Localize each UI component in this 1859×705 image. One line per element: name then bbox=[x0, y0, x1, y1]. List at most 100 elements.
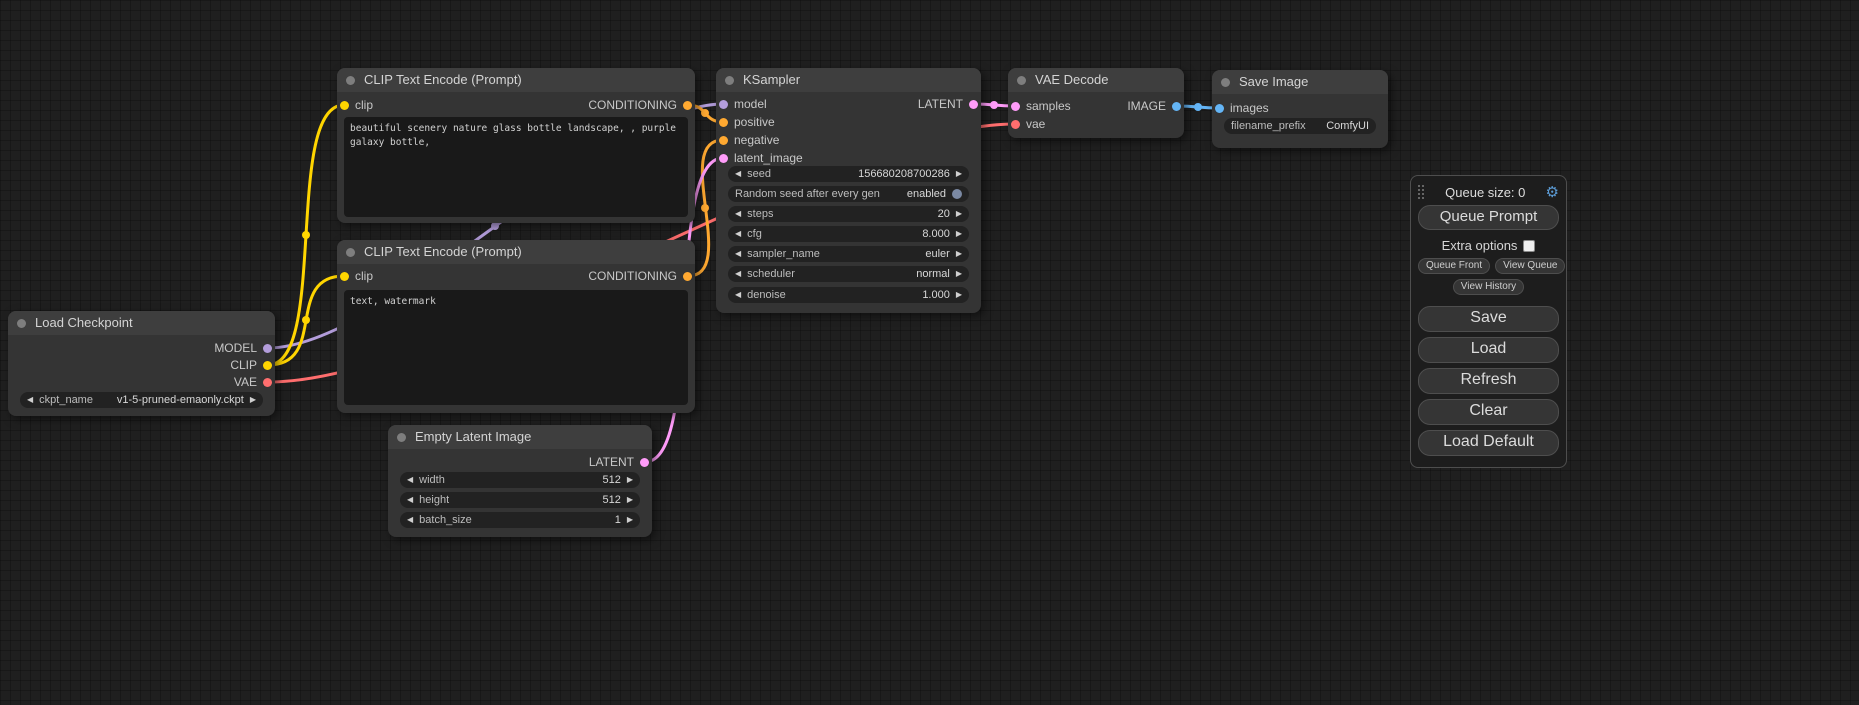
node-title[interactable]: Empty Latent Image bbox=[388, 425, 652, 449]
decrement-arrow-icon[interactable]: ◀ bbox=[735, 166, 741, 182]
increment-arrow-icon[interactable]: ▶ bbox=[627, 472, 633, 488]
slot-dot[interactable] bbox=[1011, 102, 1020, 111]
refresh-button[interactable]: Refresh bbox=[1418, 368, 1559, 394]
node-title[interactable]: CLIP Text Encode (Prompt) bbox=[337, 68, 695, 92]
slot-dot[interactable] bbox=[719, 136, 728, 145]
slot-dot[interactable] bbox=[683, 101, 692, 110]
slot-dot[interactable] bbox=[263, 344, 272, 353]
increment-arrow-icon[interactable]: ▶ bbox=[250, 392, 256, 408]
widget-control-after-generate[interactable]: Random seed after every gen enabled bbox=[728, 186, 969, 202]
node-vae-decode[interactable]: VAE Decode samples vae IMAGE bbox=[1008, 68, 1184, 138]
input-slot-positive[interactable]: positive bbox=[719, 114, 775, 130]
extra-options-checkbox[interactable] bbox=[1523, 240, 1535, 252]
decrement-arrow-icon[interactable]: ◀ bbox=[735, 226, 741, 242]
load-default-button[interactable]: Load Default bbox=[1418, 430, 1559, 456]
widget-filename-prefix[interactable]: filename_prefix ComfyUI bbox=[1224, 118, 1376, 134]
decrement-arrow-icon[interactable]: ◀ bbox=[407, 472, 413, 488]
collapse-dot[interactable] bbox=[1017, 76, 1026, 85]
decrement-arrow-icon[interactable]: ◀ bbox=[407, 512, 413, 528]
output-slot-vae[interactable]: VAE bbox=[234, 374, 272, 390]
slot-dot[interactable] bbox=[719, 154, 728, 163]
decrement-arrow-icon[interactable]: ◀ bbox=[735, 266, 741, 282]
settings-gear-icon[interactable]: ⚙ bbox=[1546, 185, 1559, 200]
prompt-textarea[interactable]: beautiful scenery nature glass bottle la… bbox=[344, 117, 688, 217]
increment-arrow-icon[interactable]: ▶ bbox=[627, 512, 633, 528]
slot-dot[interactable] bbox=[340, 101, 349, 110]
input-slot-model[interactable]: model bbox=[719, 96, 767, 112]
widget-scheduler[interactable]: ◀ scheduler normal ▶ bbox=[728, 266, 969, 282]
input-slot-latent-image[interactable]: latent_image bbox=[719, 150, 803, 166]
input-slot-clip[interactable]: clip bbox=[340, 268, 373, 284]
clear-button[interactable]: Clear bbox=[1418, 399, 1559, 425]
input-slot-vae[interactable]: vae bbox=[1011, 116, 1045, 132]
decrement-arrow-icon[interactable]: ◀ bbox=[407, 492, 413, 508]
slot-dot[interactable] bbox=[719, 100, 728, 109]
output-slot-model[interactable]: MODEL bbox=[214, 340, 272, 356]
output-slot-image[interactable]: IMAGE bbox=[1127, 98, 1181, 114]
collapse-dot[interactable] bbox=[1221, 78, 1230, 87]
slot-dot[interactable] bbox=[1172, 102, 1181, 111]
node-save-image[interactable]: Save Image images filename_prefix ComfyU… bbox=[1212, 70, 1388, 148]
node-title[interactable]: CLIP Text Encode (Prompt) bbox=[337, 240, 695, 264]
queue-prompt-button[interactable]: Queue Prompt bbox=[1418, 205, 1559, 230]
node-title[interactable]: Save Image bbox=[1212, 70, 1388, 94]
widget-sampler-name[interactable]: ◀ sampler_name euler ▶ bbox=[728, 246, 969, 262]
output-slot-clip[interactable]: CLIP bbox=[230, 357, 272, 373]
node-title[interactable]: VAE Decode bbox=[1008, 68, 1184, 92]
increment-arrow-icon[interactable]: ▶ bbox=[956, 266, 962, 282]
collapse-dot[interactable] bbox=[397, 433, 406, 442]
slot-dot[interactable] bbox=[340, 272, 349, 281]
slot-dot[interactable] bbox=[263, 378, 272, 387]
increment-arrow-icon[interactable]: ▶ bbox=[956, 206, 962, 222]
input-slot-negative[interactable]: negative bbox=[719, 132, 779, 148]
widget-batch-size[interactable]: ◀ batch_size 1 ▶ bbox=[400, 512, 640, 528]
slot-dot[interactable] bbox=[683, 272, 692, 281]
output-slot-latent[interactable]: LATENT bbox=[589, 454, 649, 470]
prompt-textarea[interactable]: text, watermark bbox=[344, 290, 688, 405]
collapse-dot[interactable] bbox=[725, 76, 734, 85]
decrement-arrow-icon[interactable]: ◀ bbox=[27, 392, 33, 408]
decrement-arrow-icon[interactable]: ◀ bbox=[735, 287, 741, 303]
collapse-dot[interactable] bbox=[346, 76, 355, 85]
widget-cfg[interactable]: ◀ cfg 8.000 ▶ bbox=[728, 226, 969, 242]
widget-ckpt-name[interactable]: ◀ ckpt_name v1-5-pruned-emaonly.ckpt ▶ bbox=[20, 392, 263, 408]
slot-dot[interactable] bbox=[263, 361, 272, 370]
widget-width[interactable]: ◀ width 512 ▶ bbox=[400, 472, 640, 488]
decrement-arrow-icon[interactable]: ◀ bbox=[735, 246, 741, 262]
output-slot-conditioning[interactable]: CONDITIONING bbox=[588, 97, 692, 113]
increment-arrow-icon[interactable]: ▶ bbox=[956, 246, 962, 262]
save-button[interactable]: Save bbox=[1418, 306, 1559, 332]
view-history-button[interactable]: View History bbox=[1453, 279, 1524, 295]
node-title[interactable]: KSampler bbox=[716, 68, 981, 92]
slot-dot[interactable] bbox=[719, 118, 728, 127]
slot-dot[interactable] bbox=[1215, 104, 1224, 113]
load-button[interactable]: Load bbox=[1418, 337, 1559, 363]
node-clip-text-encode-negative[interactable]: CLIP Text Encode (Prompt) clip CONDITION… bbox=[337, 240, 695, 413]
slot-dot[interactable] bbox=[1011, 120, 1020, 129]
collapse-dot[interactable] bbox=[346, 248, 355, 257]
increment-arrow-icon[interactable]: ▶ bbox=[956, 226, 962, 242]
increment-arrow-icon[interactable]: ▶ bbox=[956, 287, 962, 303]
input-slot-clip[interactable]: clip bbox=[340, 97, 373, 113]
input-slot-images[interactable]: images bbox=[1215, 100, 1269, 116]
collapse-dot[interactable] bbox=[17, 319, 26, 328]
widget-height[interactable]: ◀ height 512 ▶ bbox=[400, 492, 640, 508]
queue-front-button[interactable]: Queue Front bbox=[1418, 258, 1490, 274]
node-clip-text-encode-positive[interactable]: CLIP Text Encode (Prompt) clip CONDITION… bbox=[337, 68, 695, 223]
widget-seed[interactable]: ◀ seed 156680208700286 ▶ bbox=[728, 166, 969, 182]
widget-denoise[interactable]: ◀ denoise 1.000 ▶ bbox=[728, 287, 969, 303]
node-graph-canvas[interactable]: Load Checkpoint MODEL CLIP VAE ◀ ckpt_na… bbox=[0, 0, 1859, 705]
input-slot-samples[interactable]: samples bbox=[1011, 98, 1071, 114]
drag-handle-icon[interactable] bbox=[1418, 185, 1425, 200]
node-empty-latent-image[interactable]: Empty Latent Image LATENT ◀ width 512 ▶ … bbox=[388, 425, 652, 537]
output-slot-latent[interactable]: LATENT bbox=[918, 96, 978, 112]
node-ksampler[interactable]: KSampler model positive negative latent_… bbox=[716, 68, 981, 313]
increment-arrow-icon[interactable]: ▶ bbox=[627, 492, 633, 508]
toggle-enabled-dot[interactable] bbox=[952, 189, 962, 199]
widget-steps[interactable]: ◀ steps 20 ▶ bbox=[728, 206, 969, 222]
slot-dot[interactable] bbox=[640, 458, 649, 467]
view-queue-button[interactable]: View Queue bbox=[1495, 258, 1565, 274]
node-load-checkpoint[interactable]: Load Checkpoint MODEL CLIP VAE ◀ ckpt_na… bbox=[8, 311, 275, 416]
decrement-arrow-icon[interactable]: ◀ bbox=[735, 206, 741, 222]
increment-arrow-icon[interactable]: ▶ bbox=[956, 166, 962, 182]
